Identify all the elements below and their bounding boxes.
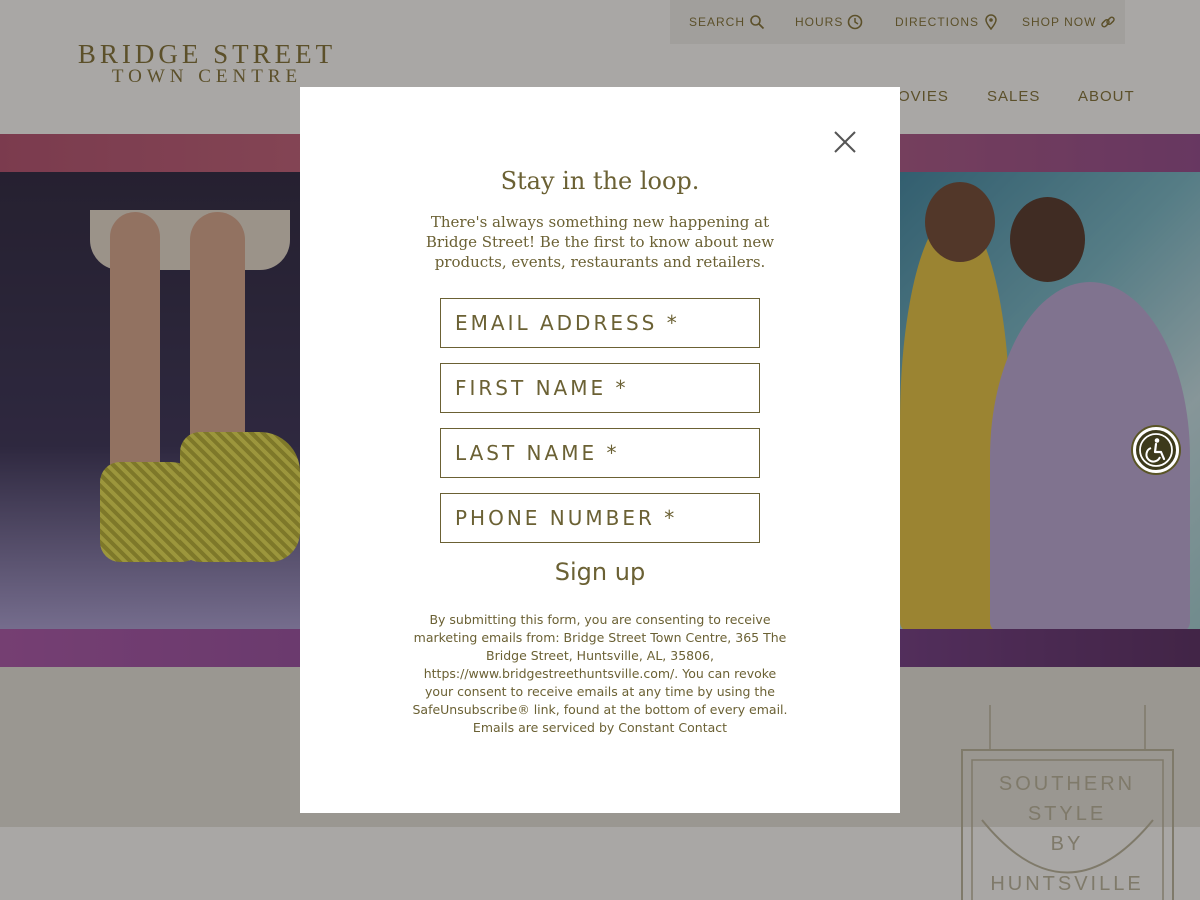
close-icon[interactable]: [832, 129, 858, 155]
email-field[interactable]: [440, 298, 760, 348]
newsletter-modal: Stay in the loop. There's always somethi…: [300, 87, 900, 813]
last-name-field[interactable]: [440, 428, 760, 478]
modal-title: Stay in the loop.: [500, 167, 700, 195]
modal-description: There's always something new happening a…: [425, 213, 775, 271]
accessibility-button[interactable]: [1133, 427, 1179, 473]
accessibility-icon: [1139, 433, 1173, 467]
first-name-field[interactable]: [440, 363, 760, 413]
signup-button[interactable]: Sign up: [500, 552, 700, 592]
consent-text: By submitting this form, you are consent…: [412, 612, 788, 735]
phone-field[interactable]: [440, 493, 760, 543]
